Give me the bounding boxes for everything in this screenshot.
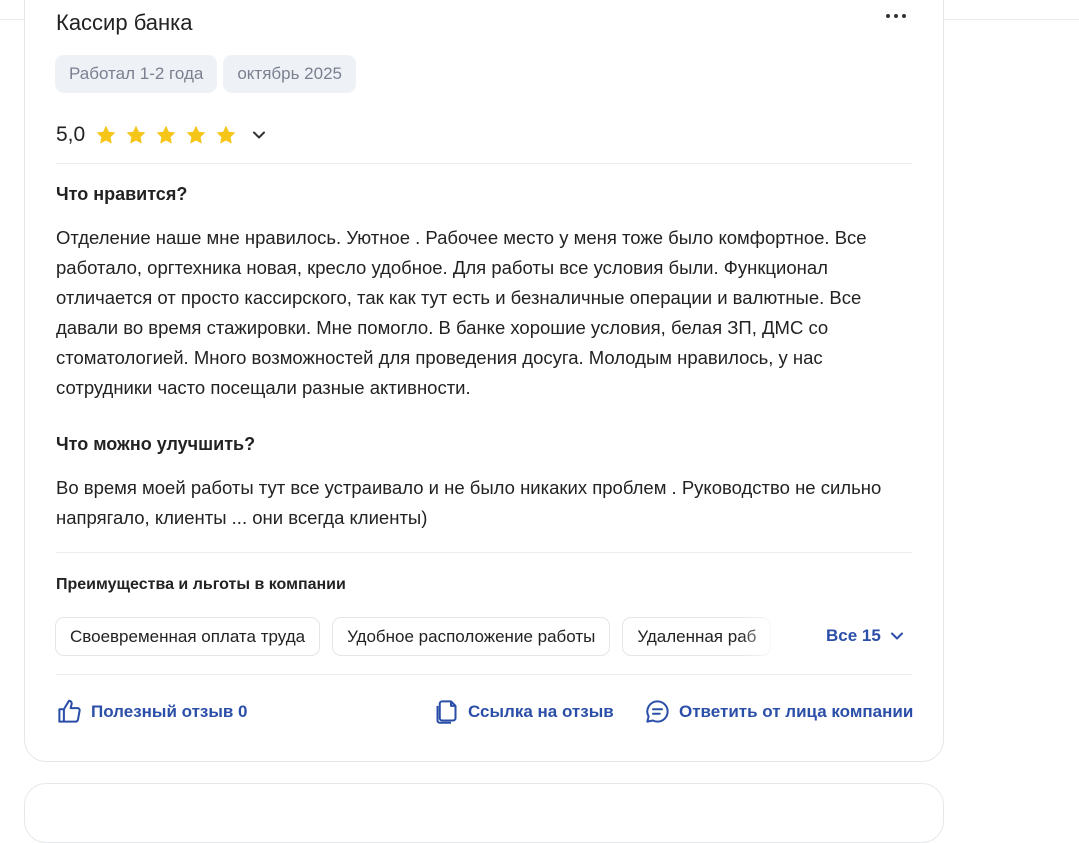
benefits-heading: Преимущества и льготы в компании — [56, 576, 346, 593]
divider — [56, 163, 912, 164]
more-icon[interactable] — [882, 6, 910, 26]
rating-stars — [95, 124, 237, 146]
review-job-title: Кассир банка — [56, 10, 193, 35]
tag-experience: Работал 1-2 года — [55, 55, 218, 93]
tag-date: октябрь 2025 — [223, 55, 356, 93]
cons-heading: Что можно улучшить? — [56, 434, 256, 454]
copy-link-label: Ссылка на отзыв — [468, 701, 614, 721]
divider — [56, 552, 912, 553]
star-icon — [126, 125, 146, 144]
pros-heading: Что нравится? — [56, 184, 188, 204]
reply-as-company-button[interactable]: Ответить от лица компании — [644, 698, 913, 725]
divider — [56, 674, 912, 675]
pros-text: Отделение наше мне нравилось. Уютное . Р… — [56, 227, 867, 398]
all-benefits-button[interactable]: Все 15 — [826, 626, 905, 646]
benefit-chip[interactable]: Удобное расположение работы — [332, 617, 611, 656]
cons-text: Во время моей работы тут все устраивало … — [56, 477, 882, 528]
reply-label: Ответить от лица компании — [679, 701, 914, 721]
helpful-button[interactable]: Полезный отзыв 0 — [56, 698, 248, 725]
star-icon — [186, 125, 206, 144]
chat-icon — [646, 700, 669, 723]
helpful-label: Полезный отзыв 0 — [91, 701, 248, 721]
benefits-fade — [740, 617, 785, 657]
all-benefits-label: Все 15 — [826, 626, 881, 645]
copy-link-icon — [436, 700, 457, 724]
star-icon — [156, 125, 176, 144]
review-tags: Работал 1-2 года октябрь 2025 — [55, 55, 356, 93]
next-review-card — [24, 783, 944, 843]
chevron-down-icon[interactable] — [251, 127, 267, 143]
thumb-up-icon — [58, 699, 81, 723]
star-icon — [96, 125, 116, 144]
copy-link-button[interactable]: Ссылка на отзыв — [433, 698, 614, 725]
chevron-down-icon — [890, 632, 903, 640]
benefit-chip[interactable]: Своевременная оплата труда — [55, 617, 321, 656]
rating-value: 5,0 — [56, 123, 86, 146]
benefits-list: Своевременная оплата труда Удобное распо… — [55, 617, 785, 657]
star-icon — [216, 125, 236, 144]
rating-row: 5,0 — [56, 120, 267, 150]
